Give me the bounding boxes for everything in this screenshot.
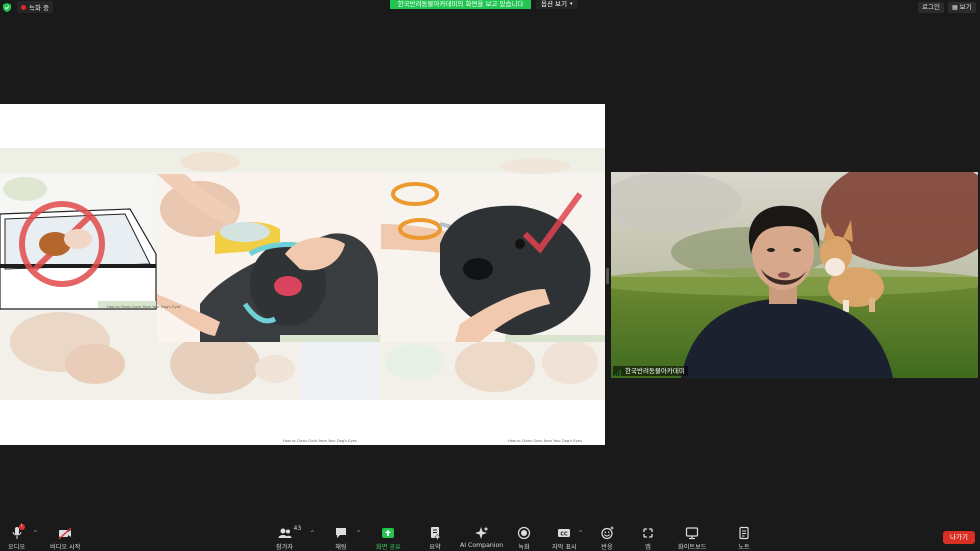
share-banner: 한국반려동물아카데미의 화면을 보고 있습니다 — [390, 0, 531, 9]
audio-label: 오디오 — [8, 544, 26, 551]
participants-options-chevron-icon[interactable]: ^ — [310, 530, 315, 537]
whiteboard-icon — [685, 526, 699, 540]
mic-alert-icon: ! — [18, 524, 25, 530]
summary-button[interactable]: 요약 — [428, 526, 442, 551]
view-button[interactable]: ▦ 보기 — [948, 2, 976, 13]
ai-companion-button[interactable]: AI Companion — [460, 526, 503, 551]
participants-icon: 43 — [278, 525, 301, 540]
share-screen-icon — [381, 526, 395, 540]
participants-button[interactable]: 43 참가자 — [276, 525, 301, 551]
video-off-icon — [58, 526, 72, 540]
view-label: 보기 — [959, 3, 972, 11]
chat-icon — [334, 526, 348, 540]
share-screen-button[interactable]: 화면 공유 — [376, 526, 401, 551]
slide-caption-2: How to Clean Gunk from Your Dog's Eyes — [283, 439, 357, 443]
participants-label: 참가자 — [276, 544, 294, 551]
panel-dog-trim — [381, 174, 605, 342]
chat-button[interactable]: 채팅 — [334, 526, 348, 551]
recording-label: 녹화 중 — [29, 4, 50, 12]
participants-count: 43 — [293, 525, 302, 532]
share-screen-label: 화면 공유 — [376, 544, 401, 551]
slide-caption-1: How to Clean Gunk from Your Dog's Eyes — [107, 305, 181, 309]
record-label: 녹화 — [518, 544, 530, 551]
captions-label: 자막 표시 — [552, 544, 577, 551]
meeting-toolbar: ! 오디오 ^ 비디오 시작 43 참가자 ^ 채팅 ^ 화면 공유 요약 AI… — [0, 522, 980, 551]
whiteboard-label: 화이트보드 — [678, 544, 707, 551]
audio-options-chevron-icon[interactable]: ^ — [33, 530, 38, 537]
top-bar: 녹화 중 한국반려동물아카데미의 화면을 보고 있습니다 옵션 보기 ▾ 로그인… — [0, 0, 980, 14]
login-button[interactable]: 로그인 — [918, 2, 944, 13]
audio-button[interactable]: ! 오디오 — [8, 524, 26, 551]
apps-button[interactable]: 앱 — [641, 526, 655, 551]
shield-icon[interactable] — [3, 3, 11, 12]
record-dot-icon — [21, 4, 26, 10]
notes-label: 노트 — [738, 544, 750, 551]
record-button[interactable]: 녹화 — [517, 526, 531, 551]
summary-label: 요약 — [429, 544, 441, 551]
mic-icon: ! — [10, 524, 25, 540]
view-options-label: 옵션 보기 — [541, 0, 567, 8]
record-icon — [517, 526, 531, 540]
chat-options-chevron-icon[interactable]: ^ — [356, 530, 361, 537]
slide-caption-3: How to Clean Gunk from Your Dog's Eyes — [508, 439, 582, 443]
panel-dog-sponge — [157, 174, 380, 342]
captions-options-chevron-icon[interactable]: ^ — [578, 530, 583, 537]
participant-video-image — [611, 172, 978, 378]
reaction-icon — [600, 526, 614, 540]
shared-screen[interactable]: How to Clean Gunk from Your Dog's Eyes H… — [0, 104, 605, 445]
grid-icon: ▦ — [952, 4, 958, 11]
reactions-button[interactable]: 반응 — [600, 526, 614, 551]
view-options-button[interactable]: 옵션 보기 ▾ — [536, 0, 578, 9]
recording-indicator[interactable]: 녹화 중 — [17, 1, 54, 13]
ai-companion-label: AI Companion — [460, 542, 504, 549]
apps-icon — [641, 526, 655, 540]
video-button[interactable]: 비디오 시작 — [50, 526, 80, 551]
reactions-label: 반응 — [601, 544, 613, 551]
captions-button[interactable]: CC 자막 표시 — [552, 526, 577, 551]
chevron-down-icon: ▾ — [570, 1, 573, 7]
leave-button[interactable]: 나가기 — [943, 531, 975, 544]
cc-icon: CC — [557, 526, 571, 540]
participant-name-label: 한국반려동물아카데미 — [613, 366, 688, 376]
svg-text:CC: CC — [561, 532, 569, 538]
summary-icon — [428, 526, 442, 540]
splitter-handle[interactable] — [606, 268, 609, 284]
ai-spark-icon — [474, 526, 489, 540]
notes-button[interactable]: 노트 — [737, 526, 751, 551]
chat-label: 채팅 — [335, 544, 347, 551]
video-label: 비디오 시작 — [50, 544, 81, 551]
participant-video-tile[interactable]: 한국반려동물아카데미 — [611, 172, 978, 378]
apps-label: 앱 — [645, 544, 651, 551]
panel-dog-car — [0, 174, 157, 310]
shared-slide-illustration — [0, 148, 605, 400]
notes-icon — [737, 526, 751, 540]
whiteboard-button[interactable]: 화이트보드 — [678, 526, 706, 551]
